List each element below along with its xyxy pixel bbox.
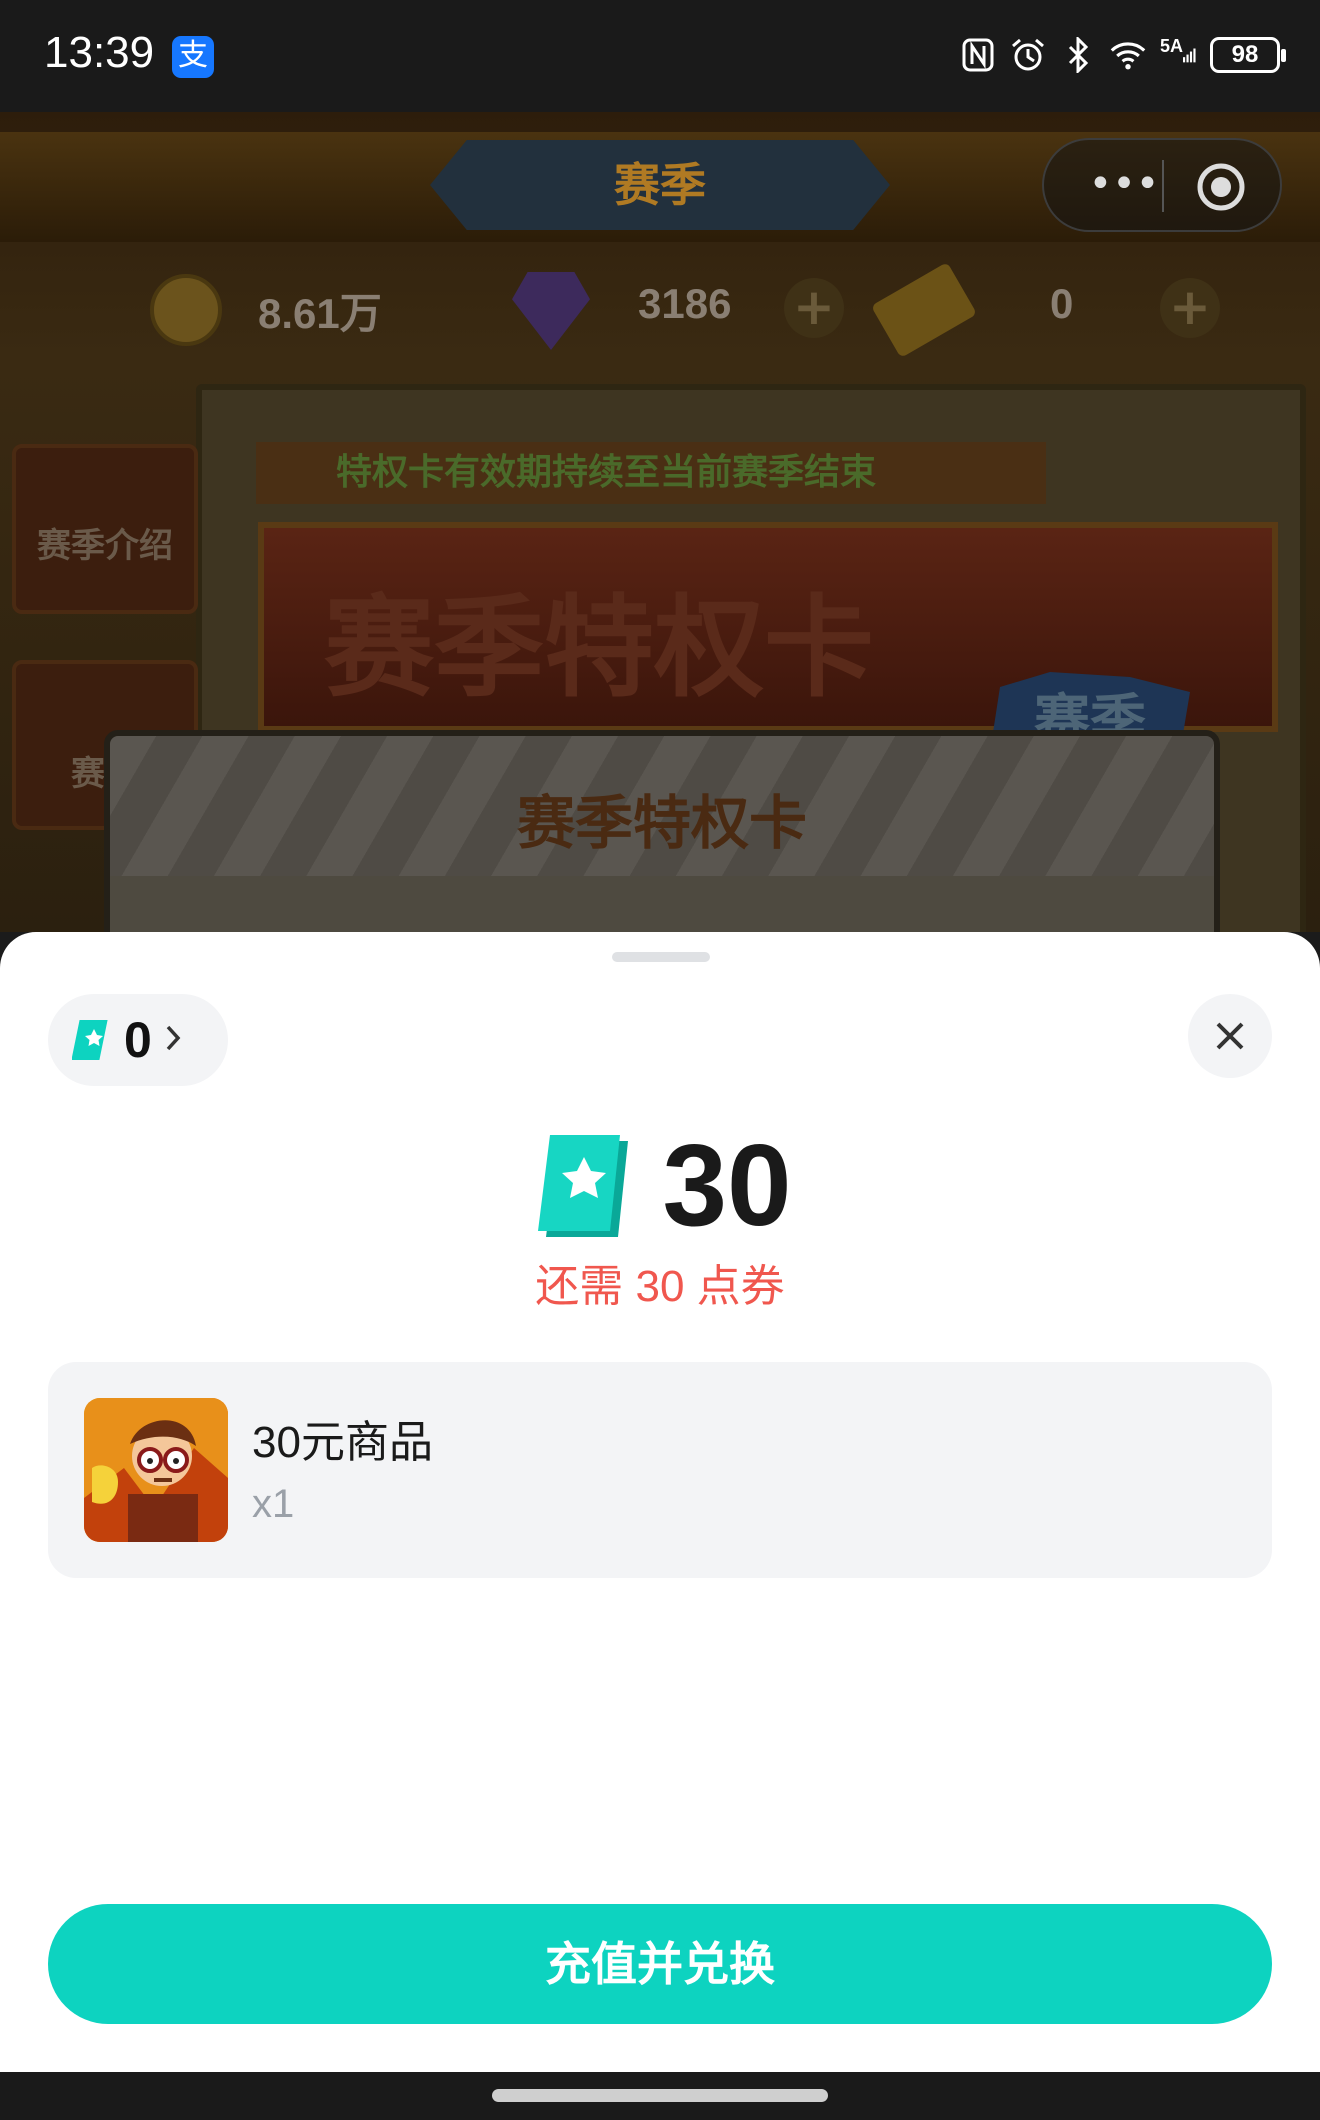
product-quantity: x1	[252, 1482, 295, 1526]
tab-season-intro-label: 赛季介绍	[37, 526, 173, 566]
game-background: 赛季 ••• 8.61万 3186 + 0 + 赛季介绍 赛季 特权卡有效期持续…	[0, 112, 1320, 932]
chevron-right-icon	[164, 1017, 182, 1063]
game-dialog-body	[110, 876, 1214, 932]
status-bar: 13:39 支 5A 98	[0, 0, 1320, 112]
capsule-divider	[1162, 160, 1164, 212]
shortfall-text: 还需 30 点券	[535, 1262, 785, 1311]
status-time: 13:39	[44, 28, 155, 77]
coin-icon	[150, 274, 222, 346]
resource-bar: 8.61万 3186 + 0 +	[0, 262, 1320, 358]
tickets-value: 0	[1050, 280, 1074, 327]
coupon-balance-value: 0	[124, 1012, 152, 1068]
price-row: 30	[0, 1120, 1320, 1250]
add-tickets-button[interactable]: +	[1160, 278, 1220, 338]
wifi-icon	[1110, 36, 1146, 74]
product-name: 30元商品	[252, 1418, 433, 1467]
game-dialog: 赛季特权卡	[104, 730, 1220, 932]
add-gems-button[interactable]: +	[784, 278, 844, 338]
game-dialog-title: 赛季特权卡	[516, 789, 807, 857]
coupon-icon	[72, 1020, 108, 1060]
coupon-icon	[528, 1135, 629, 1237]
product-card: 30元商品 x1	[48, 1362, 1272, 1578]
miniapp-capsule[interactable]: •••	[1042, 138, 1282, 232]
recharge-and-redeem-button[interactable]: 充值并兑换	[48, 1904, 1272, 2024]
coupon-balance-chip[interactable]: 0	[48, 994, 228, 1086]
more-icon[interactable]: •••	[1074, 164, 1174, 208]
banner-title: 赛季特权卡	[324, 583, 874, 712]
game-title: 赛季	[430, 140, 890, 230]
network-label: 5A	[1160, 36, 1184, 56]
alipay-icon: 支	[172, 36, 214, 78]
target-icon[interactable]	[1196, 162, 1246, 212]
signal-icon: 5A	[1160, 36, 1196, 74]
gems-value: 3186	[638, 280, 732, 327]
home-indicator[interactable]	[492, 2089, 828, 2102]
nfc-icon	[960, 36, 996, 74]
gem-icon	[512, 272, 590, 350]
status-icons: 5A 98	[960, 36, 1286, 74]
alarm-icon	[1010, 36, 1046, 74]
tab-season-intro[interactable]: 赛季介绍	[12, 444, 198, 614]
validity-tip: 特权卡有效期持续至当前赛季结束	[256, 442, 1046, 504]
ticket-icon	[870, 262, 978, 358]
close-button[interactable]	[1188, 994, 1272, 1078]
product-thumbnail	[84, 1398, 228, 1542]
navigation-bar	[0, 2072, 1320, 2120]
price-value: 30	[662, 1120, 792, 1250]
battery-icon: 98	[1210, 37, 1286, 73]
close-icon[interactable]	[1214, 1020, 1246, 1052]
coins-value: 8.61万	[258, 290, 382, 337]
sheet-grabber[interactable]	[612, 952, 710, 962]
bluetooth-icon	[1060, 36, 1096, 74]
payment-sheet: 0 30 还需 30 点券 30元商品 x1 充值并兑换	[0, 932, 1320, 2072]
